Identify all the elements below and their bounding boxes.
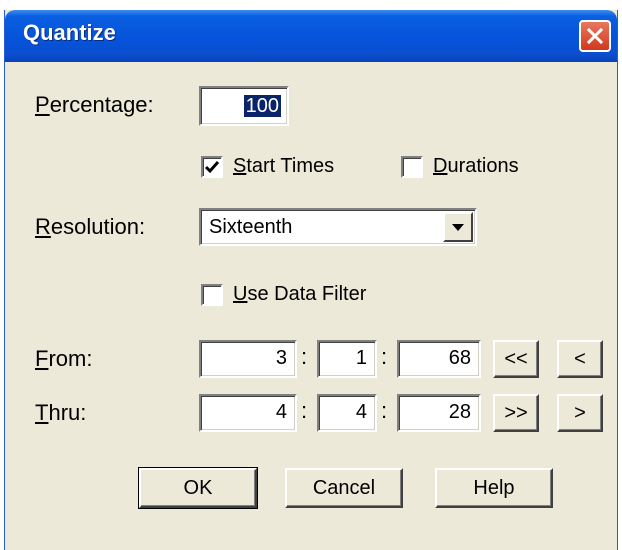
from-measure-input[interactable]: 3 [199,340,297,378]
thru-measure-input[interactable]: 4 [199,394,297,432]
start-times-label: Start Times [233,155,335,177]
percentage-label: Percentage: [35,92,154,117]
close-button[interactable] [579,20,611,52]
durations-label: Durations [433,155,519,177]
time-separator: : [381,398,388,423]
thru-next-button[interactable]: > [557,394,603,432]
from-first-button[interactable]: << [493,340,539,378]
percentage-input[interactable]: 100 [199,86,289,126]
percentage-value: 100 [243,95,281,117]
ok-button[interactable]: OK [138,467,258,509]
time-separator: : [301,344,308,369]
time-separator: : [381,344,388,369]
start-times-checkbox[interactable] [201,156,223,178]
thru-last-button[interactable]: >> [493,394,539,432]
use-data-filter-checkbox[interactable] [201,284,223,306]
help-button[interactable]: Help [435,468,553,508]
resolution-value: Sixteenth [209,216,293,238]
thru-tick-input[interactable]: 28 [397,394,481,432]
quantize-dialog: Quantize Percentage: 100 Start Times Dur… [4,10,618,550]
durations-checkbox[interactable] [401,156,423,178]
from-previous-button[interactable]: < [557,340,603,378]
thru-label: Thru: [35,400,87,425]
checkmark-icon [204,161,220,174]
use-data-filter-label: Use Data Filter [233,283,367,305]
cancel-button[interactable]: Cancel [285,468,403,508]
from-beat-input[interactable]: 1 [317,340,377,378]
time-separator: : [301,398,308,423]
resolution-label: Resolution: [35,214,146,239]
close-icon [586,27,604,45]
window-title: Quantize [23,20,116,45]
dropdown-button[interactable] [443,212,473,242]
thru-beat-input[interactable]: 4 [317,394,377,432]
title-bar: Quantize [5,10,617,62]
chevron-down-icon [452,224,464,231]
from-label: From: [35,346,93,371]
resolution-dropdown[interactable]: Sixteenth [199,208,477,246]
from-tick-input[interactable]: 68 [397,340,481,378]
